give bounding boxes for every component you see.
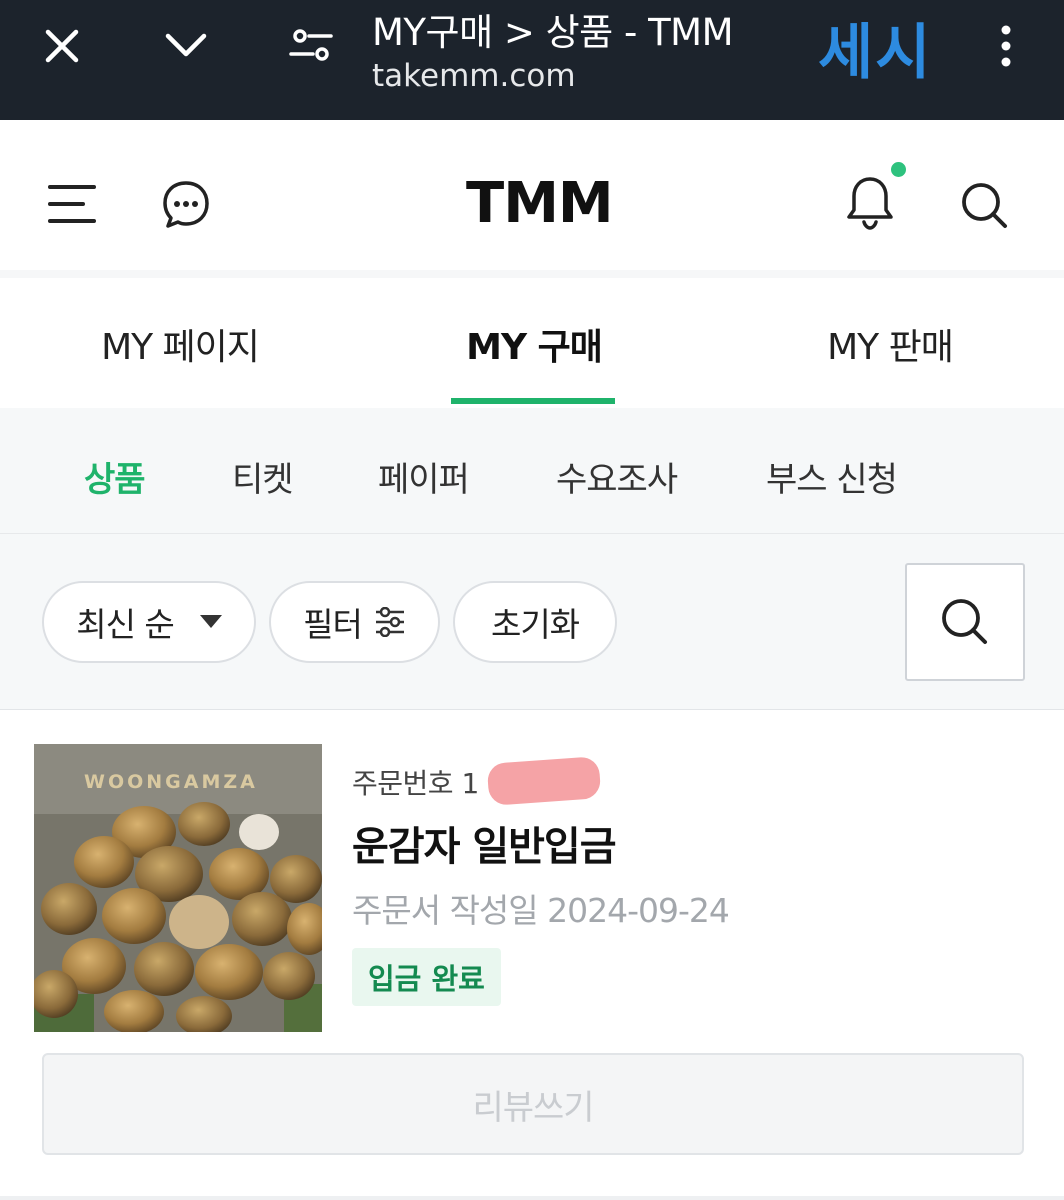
order-search-button[interactable]	[905, 563, 1025, 681]
search-icon[interactable]	[957, 178, 1011, 232]
more-options-icon[interactable]	[980, 20, 1032, 72]
status-badge: 입금 완료	[352, 948, 501, 1006]
sub-tabs: 상품 티켓 페이퍼 수요조사 부스 신청	[0, 408, 1064, 534]
subtab-tickets[interactable]: 티켓	[232, 452, 294, 501]
subtab-demand-survey[interactable]: 수요조사	[556, 452, 678, 501]
subtab-paper[interactable]: 페이퍼	[378, 452, 470, 501]
sort-dropdown[interactable]: 최신 순	[42, 581, 256, 663]
order-number: 주문번호 1	[352, 767, 479, 800]
product-thumbnail[interactable]: WOONGAMZA	[34, 744, 322, 1032]
tab-my-purchase[interactable]: MY 구매	[452, 318, 616, 370]
divider	[0, 1196, 1064, 1200]
page-url: takemm.com	[372, 58, 576, 94]
browser-toolbar: MY구매 > 상품 - TMM takemm.com 세시	[0, 0, 1064, 120]
app-header: TMM	[0, 120, 1064, 270]
write-review-button[interactable]: 리뷰쓰기	[42, 1053, 1024, 1155]
order-card[interactable]: WOONGAMZA 주문번호 1 운감자 일반입금 주문서 작성일 2024-0…	[0, 710, 1064, 1200]
menu-icon[interactable]	[46, 180, 98, 228]
sort-label: 최신 순	[76, 605, 175, 644]
chat-icon[interactable]	[160, 178, 212, 230]
notification-bell-icon[interactable]	[843, 174, 897, 230]
filter-button[interactable]: 필터	[269, 581, 440, 663]
page-title: MY구매 > 상품 - TMM	[372, 11, 734, 54]
active-tab-indicator	[451, 398, 615, 404]
caret-down-icon	[199, 615, 222, 629]
filter-label: 필터	[303, 605, 363, 644]
order-date: 주문서 작성일 2024-09-24	[352, 891, 730, 930]
main-tabs: MY 페이지 MY 구매 MY 판매	[0, 270, 1064, 408]
site-settings-icon[interactable]	[285, 20, 337, 72]
sliders-icon	[374, 607, 406, 637]
filter-bar: 최신 순 필터 초기화	[0, 534, 1064, 710]
notification-badge	[891, 162, 906, 177]
tab-my-page[interactable]: MY 페이지	[100, 318, 260, 370]
search-icon	[939, 596, 991, 648]
chevron-down-icon[interactable]	[160, 20, 212, 72]
thumbnail-caption: WOONGAMZA	[84, 771, 258, 793]
brand-watermark: 세시	[818, 18, 933, 88]
product-name[interactable]: 운감자 일반입금	[352, 814, 617, 872]
reset-button[interactable]: 초기화	[453, 581, 617, 663]
tmm-logo[interactable]: TMM	[466, 176, 614, 232]
subtab-products[interactable]: 상품	[84, 452, 146, 501]
tab-my-sales[interactable]: MY 판매	[808, 318, 972, 370]
redaction-mark	[486, 756, 602, 806]
subtab-booth-application[interactable]: 부스 신청	[766, 452, 898, 501]
close-icon[interactable]	[36, 20, 88, 72]
